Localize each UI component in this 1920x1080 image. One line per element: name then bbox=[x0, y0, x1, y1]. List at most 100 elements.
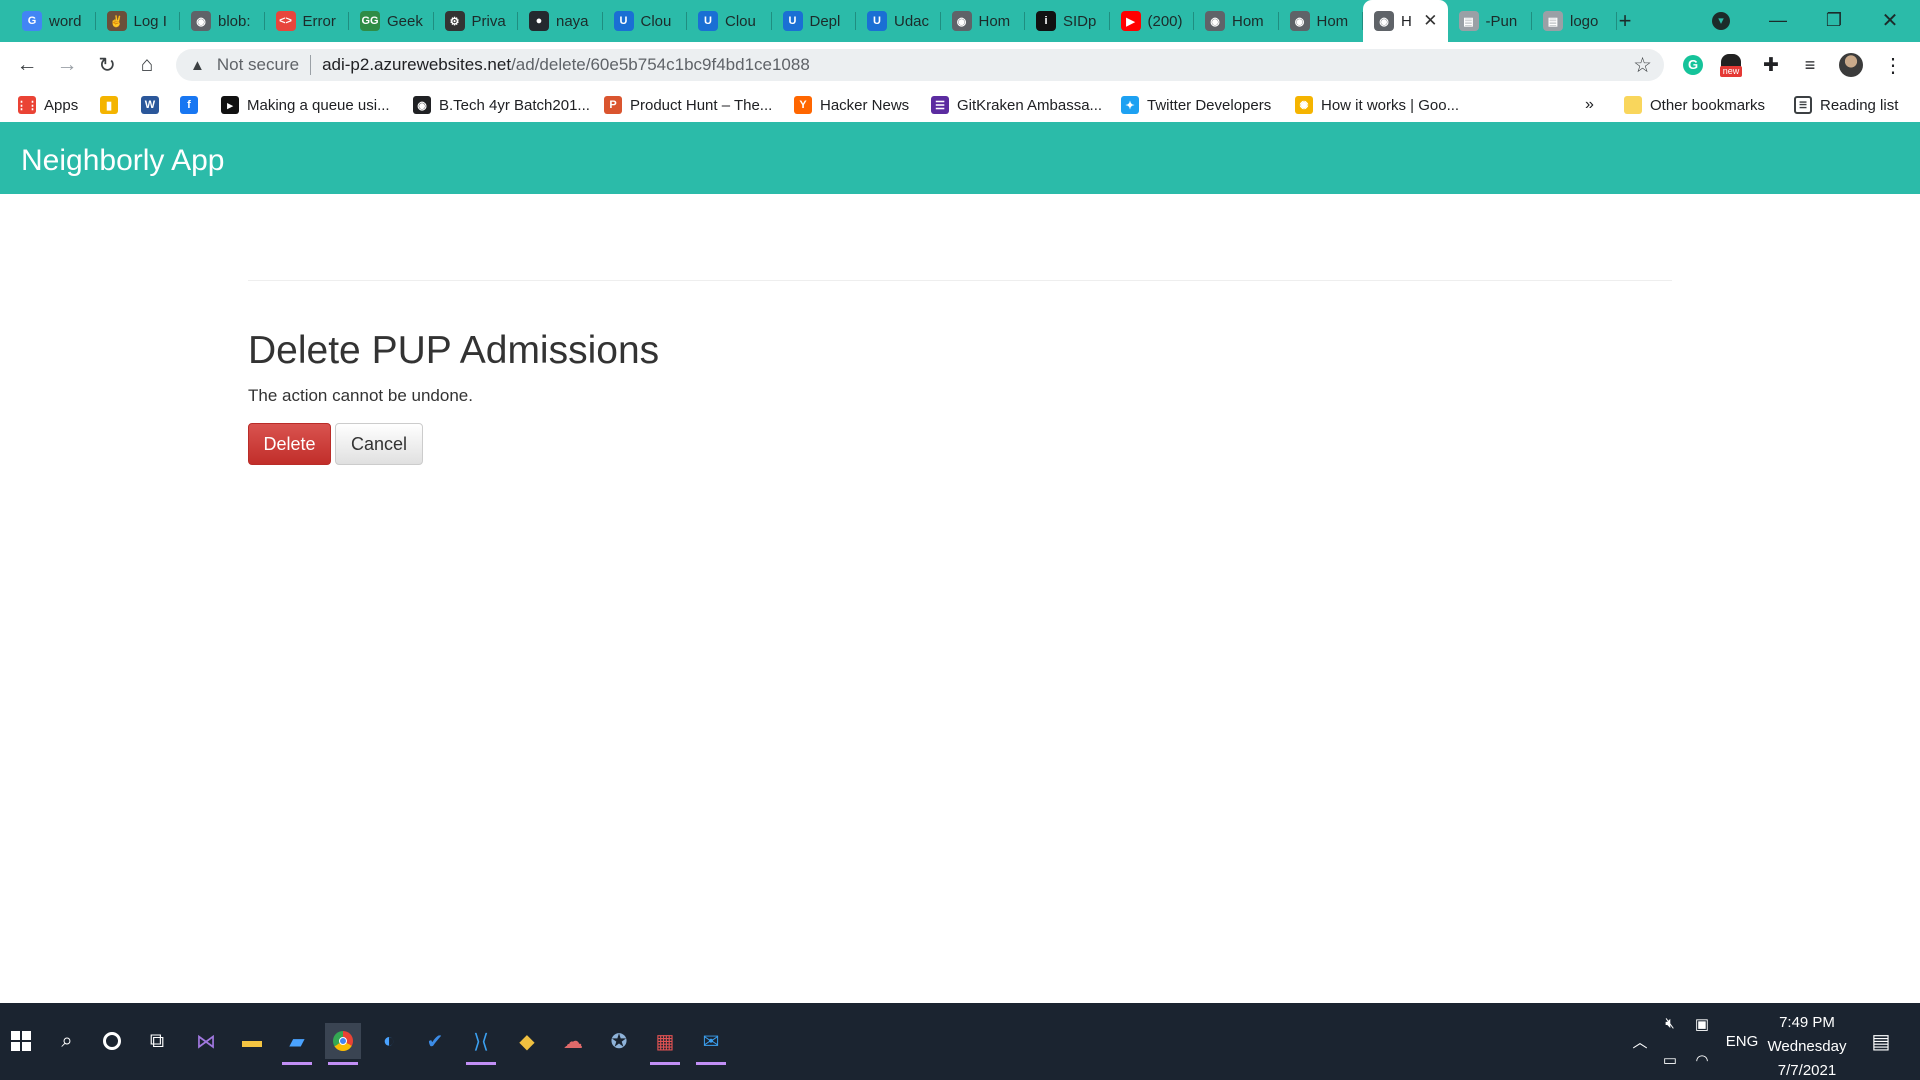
browser-tab[interactable]: ◉ Hom bbox=[941, 0, 1025, 42]
minimize-button[interactable]: — bbox=[1750, 0, 1806, 40]
profile-avatar[interactable] bbox=[1839, 53, 1863, 77]
bookmark-label: Twitter Developers bbox=[1147, 96, 1272, 114]
todo-icon[interactable]: ✔ bbox=[417, 1023, 453, 1059]
search-icon[interactable]: ⌕ bbox=[49, 1023, 85, 1059]
bookmark-item[interactable]: P Product Hunt – The... bbox=[604, 94, 772, 116]
tab-title: SIDp bbox=[1063, 12, 1097, 30]
browser-tab[interactable]: ◉ blob: bbox=[180, 0, 265, 42]
page-subtitle: The action cannot be undone. bbox=[248, 386, 473, 405]
bookmark-item[interactable]: W bbox=[141, 94, 167, 116]
home-button[interactable]: ⌂ bbox=[132, 50, 162, 80]
gitkraken-icon[interactable]: ☁ bbox=[555, 1023, 591, 1059]
task-view-icon[interactable]: ⧉ bbox=[139, 1023, 175, 1059]
browser-tab[interactable]: ● naya bbox=[518, 0, 603, 42]
browser-tab[interactable]: ✌ Log I bbox=[96, 0, 180, 42]
globe-icon: ◉ bbox=[1289, 11, 1310, 31]
browser-tab[interactable]: U Udac bbox=[856, 0, 941, 42]
close-window-button[interactable]: ✕ bbox=[1862, 0, 1918, 40]
file-explorer-icon[interactable]: ▬ bbox=[234, 1023, 270, 1059]
bookmark-item[interactable]: ☰ GitKraken Ambassa... bbox=[931, 94, 1102, 116]
browser-tab[interactable]: U Clou bbox=[687, 0, 772, 42]
dev-icon: ▸ bbox=[221, 96, 239, 114]
bookmark-label: GitKraken Ambassa... bbox=[957, 96, 1103, 114]
security-label[interactable]: Not secure bbox=[217, 55, 299, 75]
media-app-icon[interactable]: ▦ bbox=[647, 1023, 683, 1065]
reload-button[interactable]: ↻ bbox=[92, 50, 122, 80]
tab-title: Priva bbox=[471, 12, 506, 30]
warning-icon[interactable]: ▲ bbox=[190, 57, 205, 74]
folder-icon bbox=[1624, 96, 1642, 114]
extensions-puzzle-icon[interactable]: ✚ bbox=[1759, 53, 1783, 77]
tab-title: H bbox=[1401, 12, 1412, 30]
language-indicator[interactable]: ENG bbox=[1722, 1003, 1762, 1080]
forward-button[interactable]: → bbox=[52, 50, 82, 80]
bookmark-item[interactable]: ⋮⋮ Apps bbox=[16, 94, 78, 116]
hand-icon: ✌ bbox=[106, 11, 127, 31]
browser-tab[interactable]: GG Geek bbox=[349, 0, 434, 42]
clock[interactable]: 7:49 PM Wednesday 7/7/2021 bbox=[1762, 1011, 1852, 1080]
media-control-icon[interactable]: ≡ bbox=[1798, 53, 1822, 77]
globe-icon: ◉ bbox=[1374, 11, 1394, 31]
browser-tab[interactable]: <> Error bbox=[265, 0, 349, 42]
browser-tab[interactable]: U Depl bbox=[772, 0, 856, 42]
tab-close-icon[interactable]: ✕ bbox=[1423, 11, 1437, 31]
clock-time: 7:49 PM bbox=[1779, 1014, 1835, 1031]
restore-button[interactable]: ❐ bbox=[1806, 0, 1862, 40]
browser-menu-icon[interactable]: ⋮ bbox=[1881, 53, 1905, 77]
git-icon[interactable]: ◆ bbox=[509, 1023, 545, 1059]
vscode-icon[interactable]: ⟩⟨ bbox=[463, 1023, 499, 1065]
delete-button[interactable]: Delete bbox=[248, 423, 331, 465]
bookmark-star-icon[interactable]: ☆ bbox=[1633, 53, 1652, 78]
bookmark-item[interactable]: ▸ Making a queue usi... bbox=[221, 94, 390, 116]
address-bar[interactable]: ▲ Not secure adi-p2.azurewebsites.net /a… bbox=[176, 49, 1664, 81]
extension-new-icon[interactable]: new bbox=[1719, 53, 1743, 77]
cancel-button[interactable]: Cancel bbox=[335, 423, 423, 465]
mail-icon[interactable]: ✉ bbox=[693, 1023, 729, 1065]
browser-tab[interactable]: ⚙ Priva bbox=[434, 0, 518, 42]
visual-studio-icon[interactable]: ⋈ bbox=[188, 1023, 224, 1059]
bookmark-item[interactable]: ✦ Twitter Developers bbox=[1121, 94, 1271, 116]
other-bookmarks-folder[interactable]: Other bookmarks bbox=[1624, 94, 1765, 116]
bookmark-item[interactable]: ▮ bbox=[100, 94, 126, 116]
bookmark-item[interactable]: f bbox=[180, 94, 206, 116]
wifi-icon[interactable]: ◠ bbox=[1690, 1021, 1714, 1080]
facebook-icon: f bbox=[180, 96, 198, 114]
producthunt-icon: P bbox=[604, 96, 622, 114]
udacity-icon: U bbox=[867, 11, 887, 31]
browser-tab[interactable]: U Clou bbox=[603, 0, 687, 42]
browser-tab[interactable]: ◉ H ✕ bbox=[1363, 0, 1448, 42]
tray-overflow-icon[interactable]: ︿ bbox=[1628, 1003, 1652, 1080]
browser-tab[interactable]: Gword bbox=[11, 0, 96, 42]
tab-search-icon[interactable]: ▾ bbox=[1706, 6, 1736, 36]
battery-icon[interactable]: ▭ bbox=[1658, 1021, 1682, 1080]
apps-grid-icon: ⋮⋮ bbox=[16, 96, 38, 114]
geeksforgeeks-icon: GG bbox=[360, 11, 380, 31]
list-icon: ☰ bbox=[931, 96, 949, 114]
reading-list-button[interactable]: ☰ Reading list bbox=[1794, 94, 1898, 116]
postgres-icon[interactable]: ✪ bbox=[601, 1023, 637, 1059]
bookmark-item[interactable]: ◉ B.Tech 4yr Batch201... bbox=[413, 94, 590, 116]
browser-tab[interactable]: ▤ -Pun bbox=[1448, 0, 1532, 42]
browser-tab[interactable]: ◉ Hom bbox=[1279, 0, 1363, 42]
udacity-icon: U bbox=[782, 11, 803, 31]
bookmarks-overflow-button[interactable]: » bbox=[1585, 94, 1594, 116]
info-icon: i bbox=[1036, 11, 1056, 31]
firefox-icon[interactable]: ◐ bbox=[371, 1023, 407, 1059]
tab-title: -Pun bbox=[1485, 12, 1518, 30]
windows-start-icon[interactable] bbox=[3, 1023, 39, 1059]
cortana-icon[interactable] bbox=[94, 1023, 130, 1059]
bookmark-item[interactable]: Y Hacker News bbox=[794, 94, 909, 116]
notifications-icon[interactable]: ▤ bbox=[1866, 1003, 1896, 1080]
grammarly-icon[interactable]: G bbox=[1681, 53, 1705, 77]
tab-title: Udac bbox=[894, 12, 930, 30]
browser-tab[interactable]: ▶ (200) bbox=[1110, 0, 1194, 42]
bookmark-item[interactable]: ✺ How it works | Goo... bbox=[1295, 94, 1459, 116]
azure-data-studio-icon[interactable]: ▰ bbox=[279, 1023, 315, 1065]
back-button[interactable]: ← bbox=[12, 50, 42, 80]
browser-tab[interactable]: ◉ Hom bbox=[1194, 0, 1279, 42]
chrome-icon[interactable] bbox=[325, 1023, 361, 1065]
app-brand-link[interactable]: Neighborly App bbox=[21, 144, 224, 178]
address-separator bbox=[310, 55, 312, 75]
browser-tab[interactable]: ▤ logo bbox=[1532, 0, 1617, 42]
browser-tab[interactable]: i SIDp bbox=[1025, 0, 1110, 42]
